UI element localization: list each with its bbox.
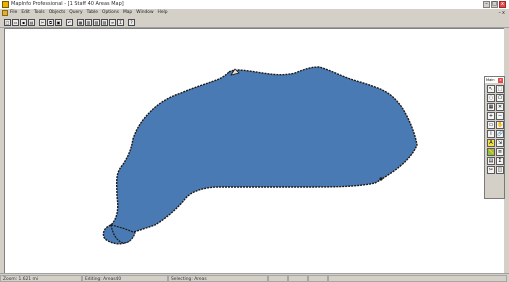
palette-title: Main (486, 78, 495, 82)
palette-tools: ↖ ⬚ ◌ ⬠ ▦ ✕ + − ▭ ✋ i 🔗 A ⇲ 📏 ≡ ▤ Σ ✂ ◫ (485, 83, 504, 175)
window-title: MapInfo Professional - [1 Staff 40 Areas… (11, 1, 124, 7)
print-icon[interactable]: ▤ (28, 18, 35, 26)
map-region-islet[interactable] (379, 177, 383, 181)
menu-map[interactable]: Map (123, 9, 132, 17)
standard-toolbar: □ ▭ ▪ ▤ ✂ ⧉ ▣ ↶ ▦ ▥ ▧ ▨ ≡ Σ ? (0, 17, 509, 28)
menu-table[interactable]: Table (87, 9, 98, 17)
menu-bar: File Edit Tools Objects Query Table Opti… (0, 9, 509, 17)
new-browser-icon[interactable]: ▥ (85, 18, 92, 26)
document-window-controls: – x (499, 10, 505, 16)
hotlink-icon[interactable]: 🔗 (496, 130, 504, 138)
document-minimize-button[interactable]: – (499, 10, 502, 16)
status-editing[interactable]: Editing: Areas40 (82, 274, 168, 282)
drag-map-window-icon[interactable]: ⇲ (496, 139, 504, 147)
close-button[interactable]: x (499, 1, 506, 8)
status-bar: Zoom: 1.621 mi Editing: Areas40 Selectin… (0, 273, 509, 282)
zoom-in-icon[interactable]: + (487, 112, 495, 120)
ruler-icon[interactable]: 📏 (487, 148, 495, 156)
palette-close-button[interactable]: x (498, 77, 503, 83)
menu-objects[interactable]: Objects (49, 9, 66, 17)
status-cell-empty-1 (268, 274, 288, 282)
set-clip-icon[interactable]: ◫ (496, 166, 504, 174)
change-view-icon[interactable]: ▭ (487, 121, 495, 129)
help-icon[interactable]: ? (128, 18, 135, 26)
menu-query[interactable]: Query (69, 9, 82, 17)
statistics-icon[interactable]: Σ (117, 18, 124, 26)
info-tool-icon[interactable]: i (487, 130, 495, 138)
status-zoom: Zoom: 1.621 mi (0, 274, 82, 282)
menu-help[interactable]: Help (158, 9, 168, 17)
minimize-button[interactable]: – (483, 1, 490, 8)
radius-select-icon[interactable]: ◌ (487, 94, 495, 102)
legend-icon[interactable]: ≡ (109, 18, 116, 26)
clip-region-icon[interactable]: ✂ (487, 166, 495, 174)
cut-icon[interactable]: ✂ (39, 18, 46, 26)
marquee-select-icon[interactable]: ⬚ (496, 85, 504, 93)
status-cell-empty-2 (288, 274, 308, 282)
unselect-all-icon[interactable]: ✕ (496, 103, 504, 111)
select-arrow-icon[interactable]: ↖ (487, 85, 495, 93)
menu-window[interactable]: Window (136, 9, 153, 17)
polygon-select-icon[interactable]: ⬠ (496, 94, 504, 102)
palette-title-bar[interactable]: Main x (485, 77, 504, 83)
new-graph-icon[interactable]: ▧ (93, 18, 100, 26)
status-selecting[interactable]: Selecting: Areas (168, 274, 268, 282)
document-icon[interactable] (2, 10, 8, 16)
window-controls: – □ x (483, 1, 506, 8)
document-close-button[interactable]: x (502, 10, 505, 16)
map-window[interactable]: Main x ↖ ⬚ ◌ ⬠ ▦ ✕ + − ▭ ✋ i 🔗 A ⇲ 📏 ≡ ▤ (4, 28, 505, 273)
copy-icon[interactable]: ⧉ (47, 18, 54, 26)
paste-icon[interactable]: ▣ (55, 18, 62, 26)
status-cell-empty-4 (328, 274, 507, 282)
menu-tools[interactable]: Tools (34, 9, 45, 17)
undo-icon[interactable]: ↶ (66, 18, 73, 26)
menu-edit[interactable]: Edit (21, 9, 30, 17)
zoom-out-icon[interactable]: − (496, 112, 504, 120)
new-map-icon[interactable]: ▦ (77, 18, 84, 26)
maximize-button[interactable]: □ (491, 1, 498, 8)
status-cell-empty-3 (308, 274, 328, 282)
statistics-tool-icon[interactable]: Σ (496, 157, 504, 165)
main-tool-palette[interactable]: Main x ↖ ⬚ ◌ ⬠ ▦ ✕ + − ▭ ✋ i 🔗 A ⇲ 📏 ≡ ▤ (484, 76, 505, 199)
grabber-icon[interactable]: ✋ (496, 121, 504, 129)
boundary-select-icon[interactable]: ▦ (487, 103, 495, 111)
application-window: MapInfo Professional - [1 Staff 40 Areas… (0, 0, 509, 282)
new-icon[interactable]: □ (4, 18, 11, 26)
show-legend-icon[interactable]: ▤ (487, 157, 495, 165)
save-icon[interactable]: ▪ (20, 18, 27, 26)
label-tool-icon[interactable]: A (487, 139, 495, 147)
layer-control-icon[interactable]: ≡ (496, 148, 504, 156)
menu-file[interactable]: File (10, 9, 17, 17)
menu-options[interactable]: Options (102, 9, 119, 17)
open-icon[interactable]: ▭ (12, 18, 19, 26)
map-region[interactable] (102, 66, 418, 245)
title-bar: MapInfo Professional - [1 Staff 40 Areas… (0, 0, 509, 9)
new-layout-icon[interactable]: ▨ (101, 18, 108, 26)
app-icon[interactable] (2, 1, 9, 8)
map-view[interactable] (5, 29, 501, 273)
